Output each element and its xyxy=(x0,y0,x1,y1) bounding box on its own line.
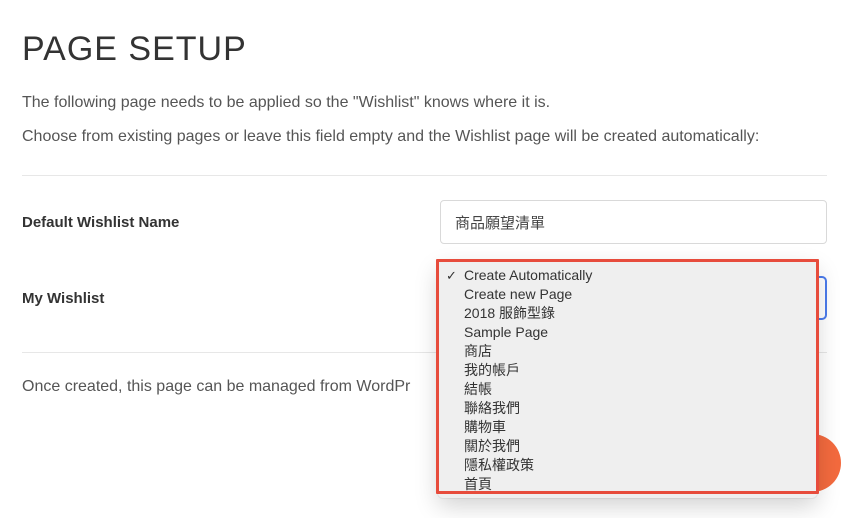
dropdown-option[interactable]: 首頁 xyxy=(438,475,817,494)
default-wishlist-name-input[interactable] xyxy=(440,200,827,244)
dropdown-option[interactable]: 2018 服飾型錄 xyxy=(438,304,817,323)
dropdown-option[interactable]: 我的帳戶 xyxy=(438,361,817,380)
label-my-wishlist: My Wishlist xyxy=(22,290,440,307)
dropdown-option[interactable]: 隱私權政策 xyxy=(438,456,817,475)
dropdown-option[interactable]: 購物車 xyxy=(438,418,817,437)
dropdown-option[interactable]: 聯絡我們 xyxy=(438,399,817,418)
intro-line-1: The following page needs to be applied s… xyxy=(22,91,827,115)
dropdown-option[interactable]: 關於我們 xyxy=(438,437,817,456)
dropdown-option[interactable]: 商店 xyxy=(438,342,817,361)
dropdown-option[interactable]: 結帳 xyxy=(438,380,817,399)
dropdown-option[interactable]: Sample Page xyxy=(438,323,817,342)
intro-line-2: Choose from existing pages or leave this… xyxy=(22,125,827,149)
page-title: PAGE SETUP xyxy=(22,30,827,69)
dropdown-option[interactable]: Create new Page xyxy=(438,285,817,304)
divider xyxy=(22,175,827,176)
my-wishlist-dropdown[interactable]: Create AutomaticallyCreate new Page2018 … xyxy=(438,262,817,498)
dropdown-option[interactable]: Create Automatically xyxy=(438,266,817,285)
row-default-wishlist-name: Default Wishlist Name xyxy=(22,200,827,244)
label-default-wishlist-name: Default Wishlist Name xyxy=(22,214,440,231)
